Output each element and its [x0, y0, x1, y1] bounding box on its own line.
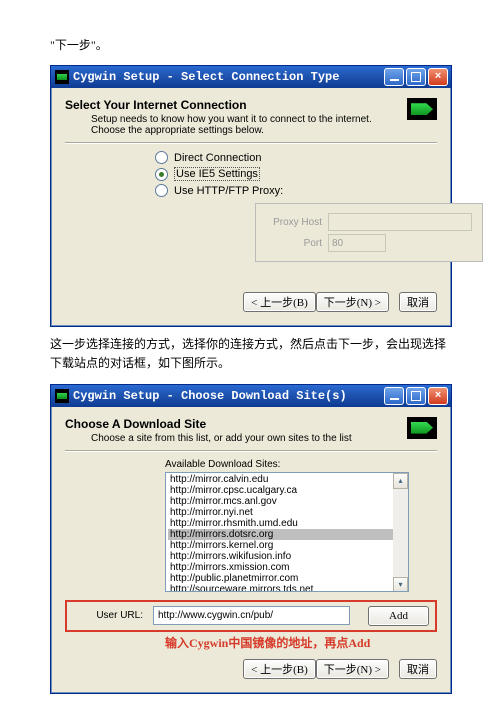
next-button[interactable]: 下一步(N) > — [316, 659, 389, 679]
titlebar: Cygwin Setup - Choose Download Site(s) × — [51, 385, 451, 407]
user-url-input[interactable] — [153, 606, 350, 625]
scrollbar[interactable]: ▴ ▾ — [393, 473, 408, 591]
app-icon — [55, 389, 69, 403]
radio-use-proxy[interactable]: Use HTTP/FTP Proxy: — [155, 184, 437, 197]
close-button[interactable]: × — [428, 387, 448, 405]
cygwin-logo-icon — [407, 98, 437, 120]
close-button[interactable]: × — [428, 68, 448, 86]
list-item[interactable]: http://mirrors.wikifusion.info — [168, 551, 406, 562]
page-subheading: Choose a site from this list, or add you… — [91, 433, 401, 444]
back-button[interactable]: < 上一步(B) — [243, 292, 316, 312]
minimize-button[interactable] — [384, 387, 404, 405]
titlebar: Cygwin Setup - Select Connection Type × — [51, 66, 451, 88]
cygwin-logo-icon — [407, 417, 437, 439]
proxy-host-label: Proxy Host — [262, 217, 322, 228]
maximize-button[interactable] — [406, 68, 426, 86]
page-heading: Select Your Internet Connection — [65, 98, 401, 112]
annotation-text: 输入Cygwin中国镜像的地址，再点Add — [165, 634, 437, 651]
page-heading: Choose A Download Site — [65, 417, 401, 431]
cancel-button[interactable]: 取消 — [399, 659, 437, 679]
list-item[interactable]: http://mirror.mcs.anl.gov — [168, 496, 406, 507]
list-item[interactable]: http://mirror.rhsmith.umd.edu — [168, 518, 406, 529]
user-url-row: User URL: Add — [65, 600, 437, 632]
next-button[interactable]: 下一步(N) > — [316, 292, 389, 312]
add-button[interactable]: Add — [368, 606, 429, 626]
page-subheading: Setup needs to know how you want it to c… — [91, 114, 401, 136]
list-item[interactable]: http://mirrors.xmission.com — [168, 562, 406, 573]
list-item[interactable]: http://public.planetmirror.com — [168, 573, 406, 584]
list-item[interactable]: http://mirrors.kernel.org — [168, 540, 406, 551]
radio-direct-connection[interactable]: Direct Connection — [155, 151, 437, 164]
window-title: Cygwin Setup - Choose Download Site(s) — [73, 389, 384, 403]
window-download-site: Cygwin Setup - Choose Download Site(s) ×… — [50, 384, 452, 694]
proxy-group: Proxy Host Port — [255, 203, 483, 262]
scroll-down-icon[interactable]: ▾ — [393, 577, 408, 592]
app-icon — [55, 70, 69, 84]
mid-text: 这一步选择连接的方式，选择你的连接方式，然后点击下一步，会出现选择下载站点的对话… — [50, 335, 450, 373]
cancel-button[interactable]: 取消 — [399, 292, 437, 312]
maximize-button[interactable] — [406, 387, 426, 405]
scroll-up-icon[interactable]: ▴ — [393, 473, 408, 489]
list-item[interactable]: http://mirrors.dotsrc.org — [168, 529, 406, 540]
window-connection-type: Cygwin Setup - Select Connection Type × … — [50, 65, 452, 327]
proxy-port-input[interactable] — [328, 234, 386, 252]
minimize-button[interactable] — [384, 68, 404, 86]
list-item[interactable]: http://mirror.cpsc.ucalgary.ca — [168, 485, 406, 496]
window-title: Cygwin Setup - Select Connection Type — [73, 70, 384, 84]
list-item[interactable]: http://mirror.calvin.edu — [168, 474, 406, 485]
back-button[interactable]: < 上一步(B) — [243, 659, 316, 679]
sites-listbox[interactable]: http://mirror.calvin.eduhttp://mirror.cp… — [165, 472, 409, 592]
user-url-label: User URL: — [73, 610, 143, 621]
list-item[interactable]: http://sourceware.mirrors.tds.net — [168, 584, 406, 592]
proxy-host-input[interactable] — [328, 213, 472, 231]
list-item[interactable]: http://mirror.nyi.net — [168, 507, 406, 518]
intro-text: "下一步"。 — [50, 36, 450, 55]
radio-use-ie5[interactable]: Use IE5 Settings — [155, 167, 437, 181]
available-sites-label: Available Download Sites: — [165, 459, 437, 470]
proxy-port-label: Port — [262, 238, 322, 249]
